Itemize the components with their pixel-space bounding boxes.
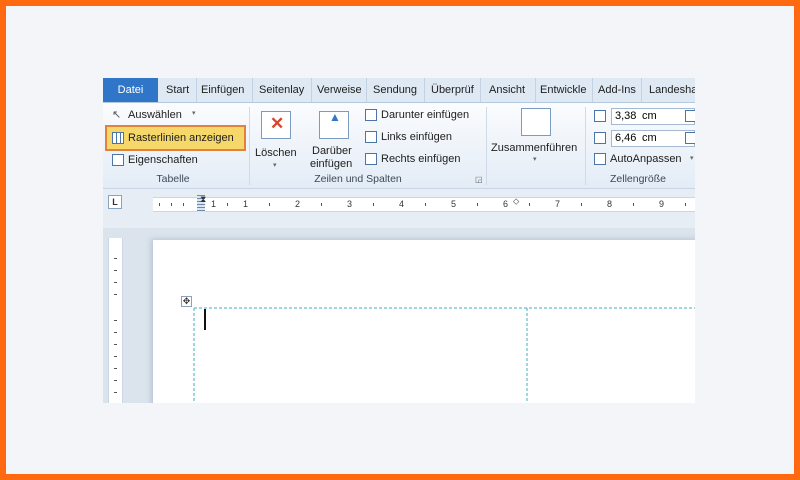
insert-above-icon: ▲	[319, 110, 349, 139]
column-width-icon	[594, 132, 606, 144]
ruler-tick	[477, 203, 478, 206]
table-gridlines	[193, 307, 695, 403]
width-unit: cm	[642, 132, 657, 144]
ruler-tick	[159, 203, 160, 206]
document-area: ✥	[103, 228, 695, 403]
distribute-columns-icon[interactable]	[685, 132, 695, 144]
ruler-number: 2	[295, 199, 301, 209]
text-cursor	[204, 309, 206, 330]
group-separator	[249, 107, 250, 185]
cursor-arrow-icon: ↖	[112, 109, 122, 121]
width-spinner[interactable]: 6,46 cm ▲▼	[611, 130, 695, 147]
rechts-label: Rechts einfügen	[381, 153, 461, 165]
tab-ansicht[interactable]: Ansicht	[486, 78, 536, 102]
ruler-tick	[321, 203, 322, 206]
links-label: Links einfügen	[381, 131, 452, 143]
ribbon-tab-bar: Datei Start Einfügen Seitenlay Verweise …	[103, 78, 695, 103]
chevron-down-icon: ▾	[192, 110, 196, 117]
group-separator	[585, 107, 586, 185]
width-value: 6,46	[615, 132, 637, 144]
group-separator	[486, 107, 487, 185]
ruler-tick	[425, 203, 426, 206]
properties-icon	[112, 154, 124, 166]
ruler-tick	[581, 203, 582, 206]
height-value: 3,38	[615, 110, 637, 122]
auswaehlen-label: Auswählen	[128, 109, 182, 121]
ruler-number: 9	[659, 199, 665, 209]
zusammenfuehren-label: Zusammenführen	[491, 142, 578, 154]
distribute-rows-icon[interactable]	[685, 110, 695, 122]
group-label-zeilen-spalten: Zeilen und Spalten	[314, 173, 402, 185]
delete-table-icon: ✕	[261, 111, 291, 139]
row-height-icon	[594, 110, 606, 122]
ruler-number: 6	[503, 199, 509, 209]
height-spinner[interactable]: 3,38 cm ▲▼	[611, 108, 695, 125]
tab-add-ins[interactable]: Add-Ins	[595, 78, 642, 102]
tab-entwicklertools[interactable]: Entwickle	[537, 78, 593, 102]
chevron-down-icon: ▾	[533, 156, 537, 163]
darueber-label-line1: Darüber	[312, 145, 352, 157]
ruler-number: 1	[211, 199, 217, 209]
table-column-marker[interactable]: ⬦	[513, 196, 519, 207]
ruler-number: 1	[243, 199, 249, 209]
tab-sendungen[interactable]: Sendung	[370, 78, 425, 102]
group-label-tabelle: Tabelle	[156, 173, 190, 185]
insert-left-icon	[365, 131, 377, 143]
tab-datei[interactable]: Datei	[103, 78, 158, 102]
autofit-icon	[594, 153, 606, 165]
ruler-number: 3	[347, 199, 353, 209]
ruler-number: 7	[555, 199, 561, 209]
chevron-down-icon: ▾	[690, 155, 694, 162]
tab-landeshauptstadt[interactable]: Landesha	[646, 78, 695, 102]
ruler-tick	[269, 203, 270, 206]
horizontal-ruler[interactable]: ⧗ 1 1 2 3 4 5 6 ⬦ 7 8 9	[153, 194, 695, 212]
tab-verweise[interactable]: Verweise	[314, 78, 367, 102]
darunter-label: Darunter einfügen	[381, 109, 470, 121]
height-unit: cm	[642, 110, 657, 122]
tab-selector[interactable]: L	[108, 195, 122, 209]
ruler-tick	[171, 203, 172, 206]
ruler-number: 4	[399, 199, 405, 209]
dialog-launcher-icon[interactable]: ◲	[475, 175, 483, 184]
eigenschaften-label: Eigenschaften	[128, 154, 198, 166]
grid-icon	[112, 132, 124, 144]
ruler-number: 8	[607, 199, 613, 209]
rasterlinien-label: Rasterlinien anzeigen	[128, 132, 234, 144]
ruler-tick	[227, 203, 228, 206]
ruler-indent-marker-icon[interactable]: ⧗	[200, 194, 206, 205]
tab-einfuegen[interactable]: Einfügen	[198, 78, 253, 102]
merge-cells-icon	[521, 108, 551, 136]
loeschen-label: Löschen	[255, 147, 297, 159]
ruler-tick	[529, 203, 530, 206]
chevron-down-icon: ▾	[273, 162, 277, 169]
group-label-zellengroesse: Zellengröße	[609, 173, 667, 185]
ruler-number: 5	[451, 199, 457, 209]
table-move-handle-icon[interactable]: ✥	[181, 296, 192, 307]
word-window: Datei Start Einfügen Seitenlay Verweise …	[103, 78, 695, 403]
ribbon: ↖ Auswählen ▾ Rasterlinien anzeigen Eige…	[103, 103, 695, 189]
tab-ueberpruefen[interactable]: Überprüf	[428, 78, 481, 102]
insert-right-icon	[365, 153, 377, 165]
darueber-label-line2: einfügen	[310, 158, 353, 170]
autoanpassen-label: AutoAnpassen	[610, 153, 682, 165]
ruler-tick	[685, 203, 686, 206]
ruler-tick	[373, 203, 374, 206]
tab-start[interactable]: Start	[163, 78, 197, 102]
ruler-tick	[183, 203, 184, 206]
tab-seitenlayout[interactable]: Seitenlay	[256, 78, 312, 102]
ruler-tick	[633, 203, 634, 206]
insert-below-icon	[365, 109, 377, 121]
